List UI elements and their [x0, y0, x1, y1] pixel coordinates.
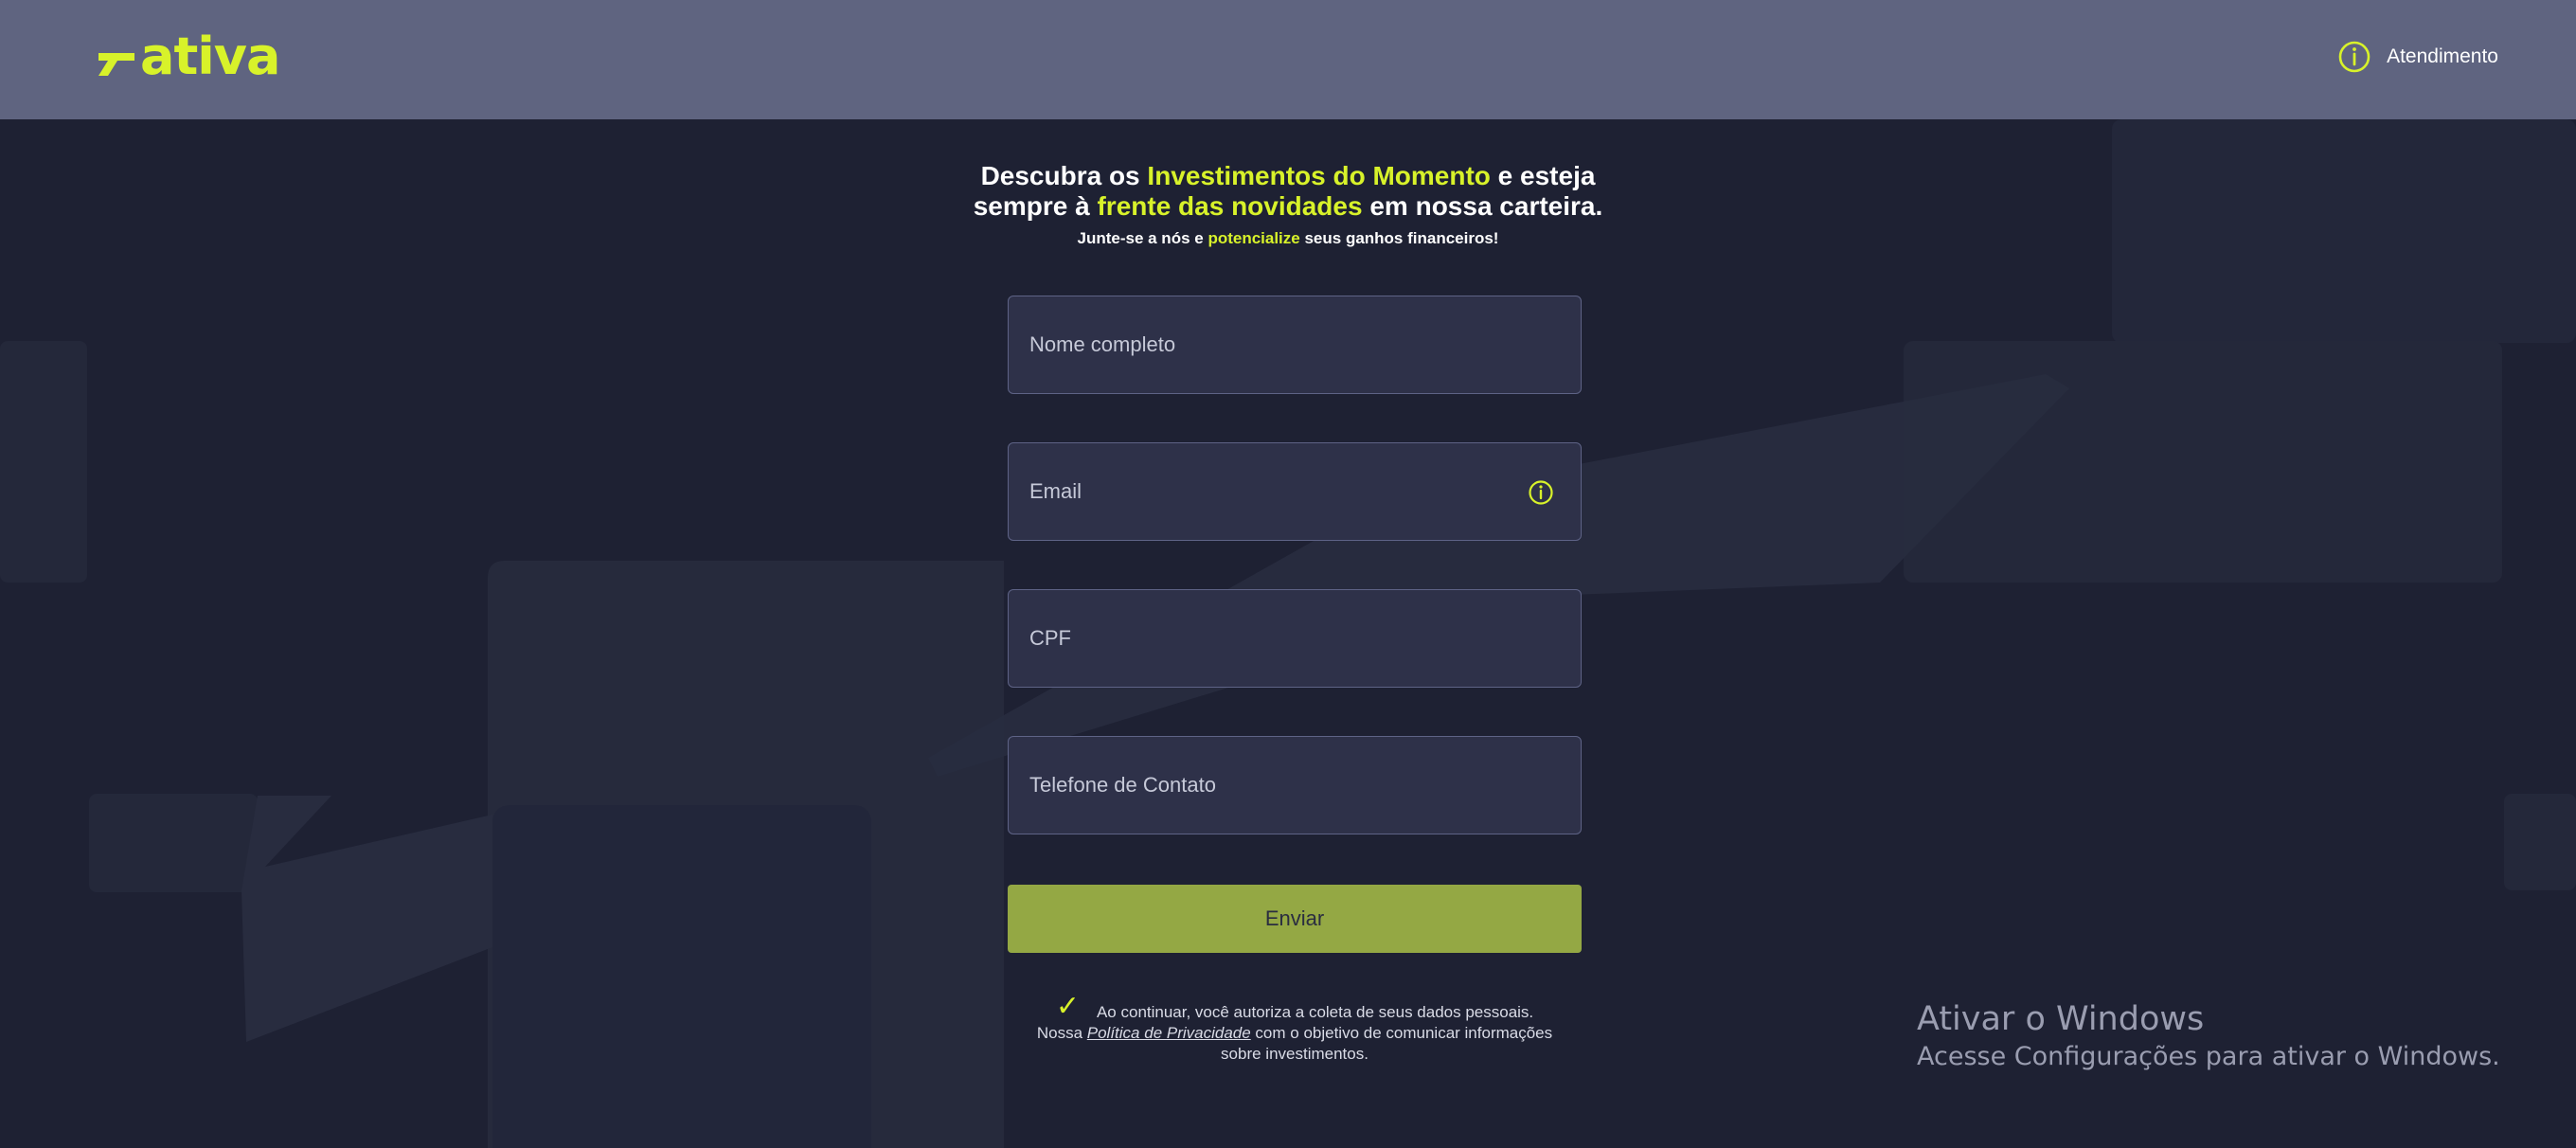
logo-mark-icon	[98, 53, 134, 76]
support-label: Atendimento	[2387, 45, 2498, 67]
highlight-investimentos: Investimentos do Momento	[1147, 161, 1491, 190]
name-input[interactable]	[1009, 296, 1581, 393]
cpf-input[interactable]	[1009, 590, 1581, 687]
watermark-subtitle: Acesse Configurações para ativar o Windo…	[1917, 1042, 2500, 1071]
email-field-container	[1008, 442, 1582, 541]
consent-line-2: Nossa Política de Privacidade com o obje…	[1036, 1024, 1553, 1042]
hero-heading: Descubra os Investimentos do Momento e e…	[957, 161, 1619, 250]
main-content: Descubra os Investimentos do Momento e e…	[0, 119, 2576, 1063]
phone-field-container	[1008, 736, 1582, 834]
logo-text: ativa	[140, 27, 280, 86]
hero-line-2: sempre à frente das novidades em nossa c…	[973, 191, 1603, 221]
name-field-container	[1008, 296, 1582, 394]
ativa-logo[interactable]: ativa	[97, 27, 280, 86]
privacy-policy-link[interactable]: Política de Privacidade	[1087, 1024, 1251, 1042]
hero-line-1: Descubra os Investimentos do Momento e e…	[980, 161, 1596, 190]
phone-input[interactable]	[1009, 737, 1581, 834]
checkmark-icon: ✓	[1055, 991, 1080, 1022]
highlight-novidades: frente das novidades	[1097, 191, 1363, 221]
top-header: ativa Atendimento	[0, 0, 2576, 119]
email-input[interactable]	[1009, 443, 1581, 540]
signup-form: Enviar ✓Ao continuar, você autoriza a co…	[1008, 296, 1582, 1065]
consent-line-3: sobre investimentos.	[1221, 1045, 1368, 1063]
info-icon	[2338, 41, 2370, 73]
submit-button[interactable]: Enviar	[1008, 885, 1582, 953]
info-icon[interactable]	[1528, 479, 1554, 506]
windows-activation-watermark: Ativar o Windows Acesse Configurações pa…	[1917, 998, 2500, 1074]
support-link[interactable]: Atendimento	[2337, 38, 2498, 76]
hero-subtitle: Junte-se a nós e potencialize seus ganho…	[1077, 229, 1499, 247]
consent-line-1: ✓ Ao continuar, você autoriza a coleta de…	[1055, 991, 1534, 1022]
cpf-field-container	[1008, 589, 1582, 688]
watermark-title: Ativar o Windows	[1917, 1000, 2205, 1038]
highlight-potencialize: potencialize	[1208, 229, 1300, 247]
consent-text: ✓ Ao continuar, você autoriza a coleta de…	[1008, 991, 1582, 1065]
